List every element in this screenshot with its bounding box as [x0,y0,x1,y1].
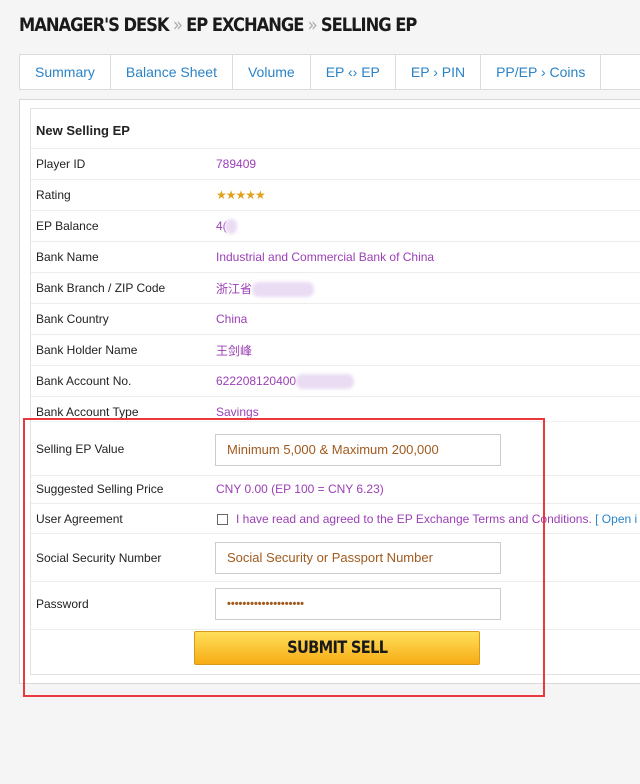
tab-ep-to-ep[interactable]: EP ‹› EP [311,55,396,89]
password-input[interactable]: •••••••••••••••••••• [215,588,501,620]
row-bank-holder: Bank Holder Name 王剑峰 [31,334,640,365]
row-password: Password •••••••••••••••••••• [31,581,640,629]
breadcrumb-separator: » [172,14,183,36]
bank-account-no-label: Bank Account No. [36,374,132,388]
redaction-blur [252,282,315,298]
content-area: New Selling EP Player ID 789409 Rating ★… [19,99,640,684]
open-terms-link[interactable]: [ Open i [595,512,637,526]
tab-summary[interactable]: Summary [20,55,111,89]
bank-holder-value: 王剑峰 [216,344,253,358]
player-id-value: 789409 [216,157,257,171]
rating-stars-icon: ★★★★★ [216,188,266,202]
row-bank-country: Bank Country China [31,303,640,334]
bank-holder-label: Bank Holder Name [36,343,138,357]
ep-balance-value: 4( [216,219,237,235]
bank-country-label: Bank Country [36,312,109,326]
breadcrumb-separator: » [307,14,318,36]
breadcrumb-ep-exchange[interactable]: EP EXCHANGE [186,14,304,36]
panel-title: New Selling EP [36,123,130,138]
row-bank-account-type: Bank Account Type Savings [31,396,640,421]
tab-volume[interactable]: Volume [233,55,311,89]
row-rating: Rating ★★★★★ [31,179,640,210]
row-bank-name: Bank Name Industrial and Commercial Bank… [31,241,640,272]
selling-ep-input[interactable]: Minimum 5,000 & Maximum 200,000 [215,434,501,466]
bank-branch-label: Bank Branch / ZIP Code [36,281,166,295]
tab-balance-sheet[interactable]: Balance Sheet [111,55,233,89]
submit-sell-button[interactable]: SUBMIT SELL [194,631,480,665]
suggested-price-value: CNY 0.00 (EP 100 = CNY 6.23) [216,482,384,496]
row-suggested-price: Suggested Selling Price CNY 0.00 (EP 100… [31,475,640,503]
bank-name-value: Industrial and Commercial Bank of China [216,250,435,264]
bank-account-no-value: 622208120400 [216,374,355,390]
agreement-sentence: I have read and agreed to the EP Exchang… [236,512,592,526]
row-ssn: Social Security Number Social Security o… [31,533,640,581]
bank-name-label: Bank Name [36,250,99,264]
agreement-text: I have read and agreed to the EP Exchang… [236,512,637,526]
ssn-label: Social Security Number [36,551,162,565]
tab-bar: Summary Balance Sheet Volume EP ‹› EP EP… [19,54,640,90]
agreement-checkbox[interactable] [217,514,228,525]
user-agreement-label: User Agreement [36,512,123,526]
ssn-input[interactable]: Social Security or Passport Number [215,542,501,574]
row-divider [31,629,640,630]
redaction-blur [224,219,237,235]
bank-account-type-label: Bank Account Type [36,405,139,419]
player-id-label: Player ID [36,157,86,171]
row-player-id: Player ID 789409 [31,148,640,179]
row-user-agreement: User Agreement I have read and agreed to… [31,503,640,533]
bank-branch-text: 浙江省 [216,282,253,296]
bank-branch-value: 浙江省 [216,280,315,298]
row-ep-balance: EP Balance 4( [31,210,640,241]
row-bank-account-no: Bank Account No. 622208120400 [31,365,640,396]
rating-label: Rating [36,188,71,202]
password-label: Password [36,597,89,611]
bank-account-no-text: 622208120400 [216,374,297,388]
breadcrumb: MANAGER'S DESK» EP EXCHANGE» SELLING EP [19,14,417,46]
ep-balance-label: EP Balance [36,219,99,233]
bank-account-type-value: Savings [216,405,259,419]
suggested-price-label: Suggested Selling Price [36,482,164,496]
selling-ep-panel: New Selling EP Player ID 789409 Rating ★… [30,108,640,675]
submit-sell-label: SUBMIT SELL [286,638,388,658]
redaction-blur [296,374,355,390]
row-bank-branch: Bank Branch / ZIP Code 浙江省 [31,272,640,303]
tab-ep-to-pin[interactable]: EP › PIN [396,55,482,89]
tab-pp-ep-to-coins[interactable]: PP/EP › Coins [481,55,602,89]
row-selling-ep-value: Selling EP Value Minimum 5,000 & Maximum… [31,421,640,475]
selling-ep-label: Selling EP Value [36,442,125,456]
bank-country-value: China [216,312,248,326]
breadcrumb-selling-ep: SELLING EP [320,14,417,36]
breadcrumb-managers-desk[interactable]: MANAGER'S DESK [19,14,170,36]
